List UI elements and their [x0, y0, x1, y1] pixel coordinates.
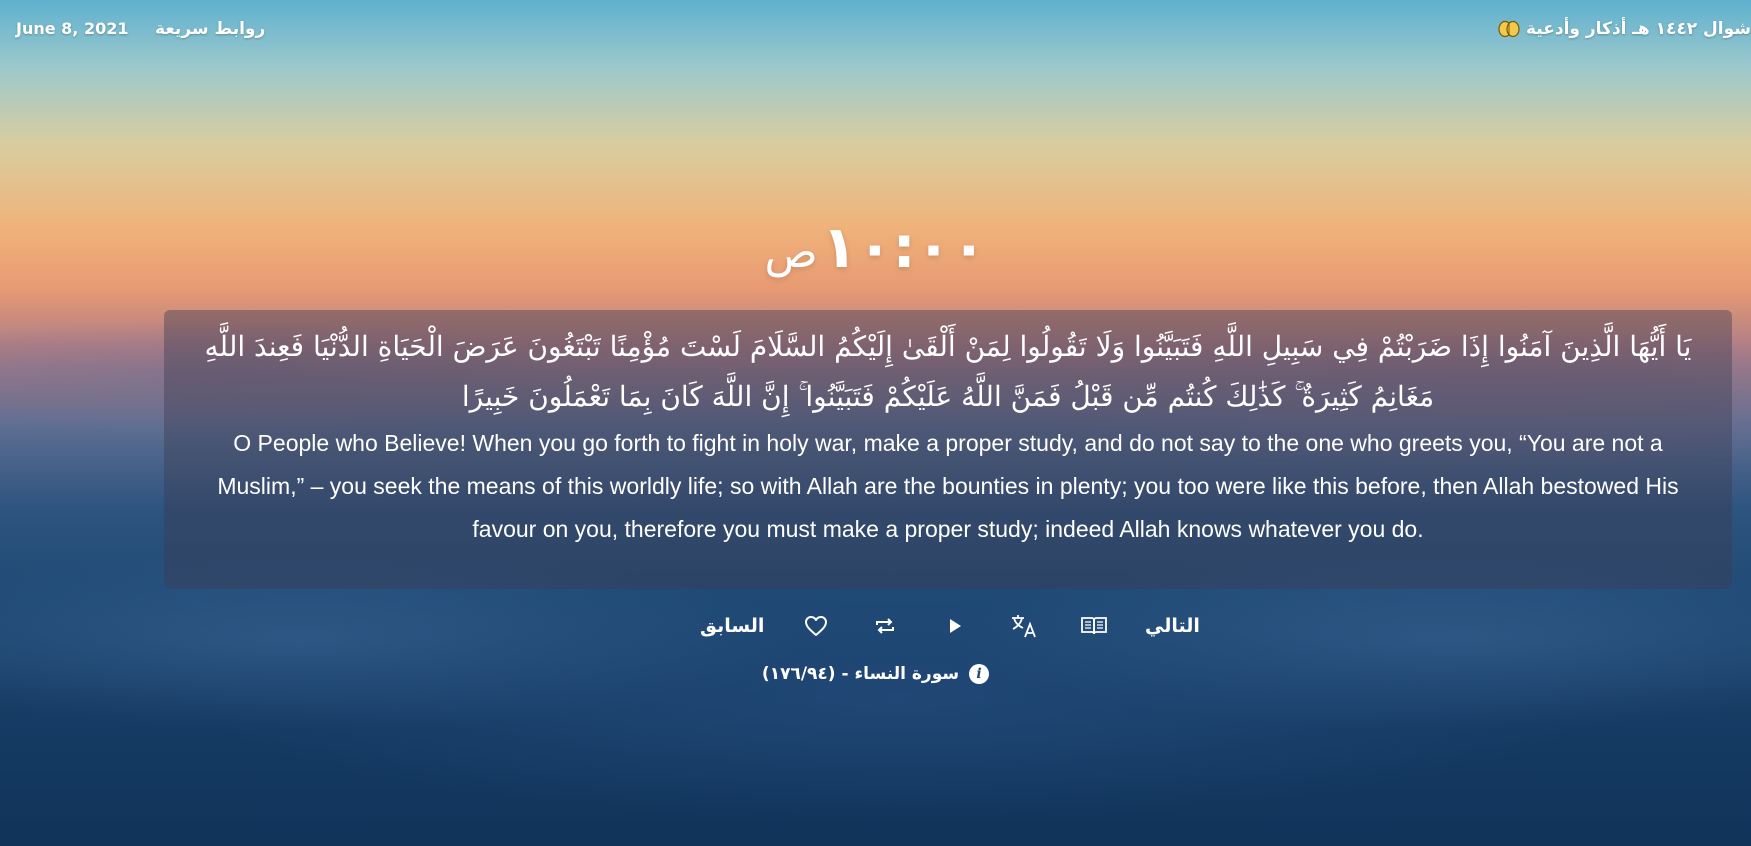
surah-reference: سورة النساء - (١٧٦/٩٤) i	[0, 664, 1751, 684]
hijri-date-label: شوال ١٤٤٢ هـ	[1632, 19, 1751, 39]
info-glyph: i	[976, 666, 982, 682]
previous-button[interactable]: السابق	[700, 615, 764, 637]
book-icon	[1080, 617, 1107, 635]
adhkar-label: أذكار وأدعية	[1526, 19, 1627, 39]
repeat-button[interactable]	[867, 608, 903, 644]
translate-button[interactable]	[1006, 608, 1042, 644]
quick-links-link[interactable]: روابط سريعة	[155, 19, 265, 39]
verse-panel: يَا أَيُّهَا الَّذِينَ آمَنُوا إِذَا ضَر…	[164, 310, 1732, 589]
adhkar-link[interactable]: أذكار وأدعية	[1498, 19, 1627, 39]
favorite-button[interactable]	[798, 608, 834, 644]
info-icon[interactable]: i	[969, 664, 990, 684]
heart-icon	[804, 616, 827, 636]
praying-hands-icon	[1498, 20, 1520, 38]
verse-controls: السابق التالي	[700, 608, 1200, 644]
repeat-icon	[876, 618, 895, 634]
clock-period: ص	[764, 227, 818, 278]
surah-reference-label[interactable]: سورة النساء - (١٧٦/٩٤)	[762, 664, 959, 684]
tafsir-button[interactable]	[1076, 608, 1112, 644]
translate-icon	[1012, 615, 1036, 638]
play-button[interactable]	[937, 608, 973, 644]
clock: ١٠:٠٠ص	[0, 212, 1751, 288]
page: June 8, 2021 روابط سريعة أذكار وأدعية شو…	[0, 0, 1751, 846]
verse-translation: O People who Believe! When you go forth …	[217, 430, 1679, 542]
date-label: June 8, 2021	[16, 19, 129, 38]
verse-arabic-line-2: مَغَانِمُ كَثِيرَةٌ ۚ كَذَٰلِكَ كُنتُم م…	[461, 380, 1435, 413]
clock-time: ١٠:٠٠	[821, 213, 987, 281]
play-icon	[949, 619, 961, 633]
next-button[interactable]: التالي	[1145, 615, 1200, 637]
verse-arabic-line-1: يَا أَيُّهَا الَّذِينَ آمَنُوا إِذَا ضَر…	[204, 330, 1692, 363]
